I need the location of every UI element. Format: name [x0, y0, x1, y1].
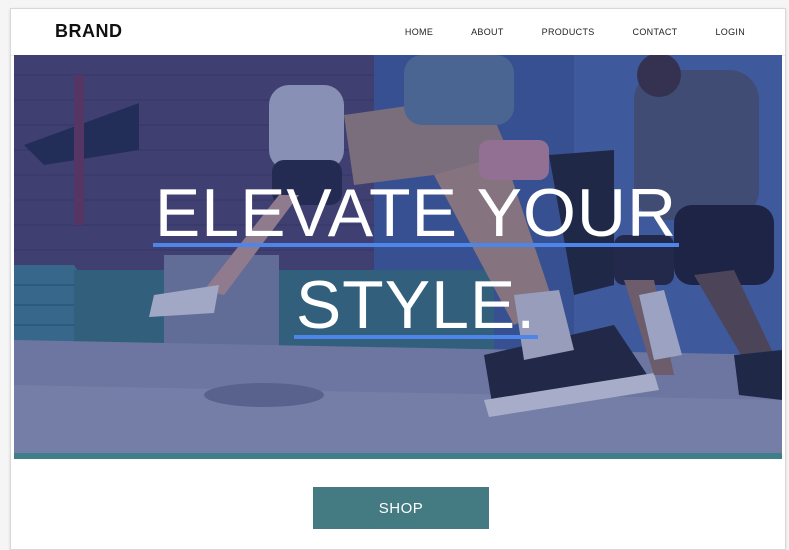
nav-links: HOME ABOUT PRODUCTS CONTACT LOGIN	[367, 9, 745, 55]
nav-contact-link[interactable]: CONTACT	[633, 27, 678, 37]
hero-bottom-strip	[14, 453, 782, 459]
headline-line-1: ELEVATE YOUR	[152, 175, 680, 251]
browser-page: BRAND HOME ABOUT PRODUCTS CONTACT LOGIN	[10, 8, 786, 550]
nav-login-link[interactable]: LOGIN	[715, 27, 745, 37]
hero-banner: ELEVATE YOUR STYLE.	[14, 55, 782, 453]
nav-home-link[interactable]: HOME	[405, 27, 433, 37]
shop-button[interactable]: SHOP	[313, 487, 489, 529]
headline-line-2: STYLE.	[293, 267, 539, 343]
nav-about-link[interactable]: ABOUT	[471, 27, 504, 37]
brand-logo[interactable]: BRAND	[55, 21, 123, 42]
nav-products-link[interactable]: PRODUCTS	[542, 27, 595, 37]
top-navbar: BRAND HOME ABOUT PRODUCTS CONTACT LOGIN	[11, 9, 785, 56]
hero-headline: ELEVATE YOUR STYLE.	[144, 167, 688, 351]
